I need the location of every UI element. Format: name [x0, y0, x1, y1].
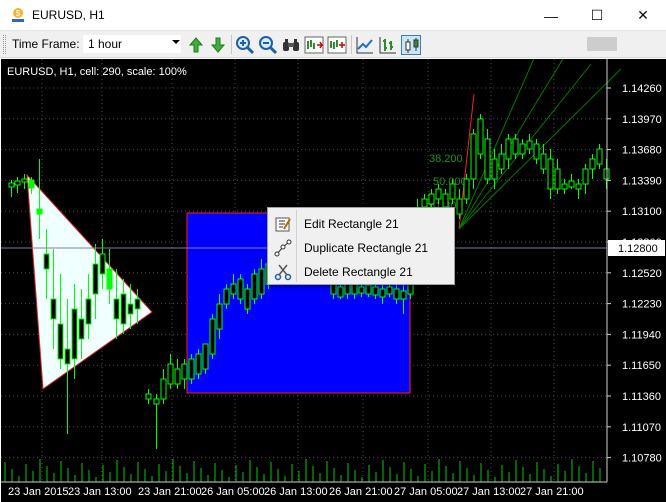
minimize-icon: — [544, 7, 558, 24]
arrow-down-button[interactable] [208, 35, 228, 55]
line-chart-button[interactable] [355, 35, 375, 55]
candle [195, 349, 202, 379]
duplicate-icon [274, 239, 292, 257]
maximize-icon: ☐ [590, 7, 604, 23]
bar-chart-button[interactable] [378, 35, 398, 55]
time-tick-label: 23 Jan 13:00 [68, 486, 132, 498]
price-tick-label: 1.13970 [622, 114, 662, 126]
price-tick-label: 1.11360 [622, 391, 661, 403]
svg-text:$: $ [16, 9, 21, 18]
candlestick-button[interactable] [401, 35, 421, 55]
price-tick-label: 1.11070 [622, 422, 661, 434]
time-tick-label: 27 Jan 05:00 [394, 486, 458, 498]
toolbar-separator [231, 35, 232, 54]
timeframe-label: Time Frame: [12, 37, 80, 51]
price-tick-label: 1.12230 [622, 299, 662, 311]
chart-toolbar: Time Frame: 1 hour ◂ ▸ [0, 31, 666, 79]
time-tick-label: 27 Jan 21:00 [520, 486, 584, 498]
time-tick-label: 23 Jan 21:00 [138, 486, 202, 498]
autoscroll-icon [327, 36, 347, 54]
line-chart-icon [356, 37, 373, 54]
time-tick-label: 27 Jan 13:00 [457, 486, 521, 498]
price-tick-label: 1.11650 [622, 360, 661, 372]
candle [188, 354, 195, 384]
time-tick-label: 26 Jan 21:00 [329, 486, 393, 498]
context-menu: Edit Rectangle 21 Duplicate Rectangle 21… [267, 207, 455, 285]
binoculars-icon [283, 39, 299, 51]
menu-item-label: Edit Rectangle 21 [304, 217, 399, 231]
toolbar-separator [351, 35, 352, 54]
candle [244, 284, 251, 314]
close-icon: ✕ [637, 7, 649, 23]
candle [463, 174, 470, 204]
binoculars-button[interactable] [281, 35, 301, 55]
time-tick-label: 26 Jan 05:00 [201, 486, 265, 498]
toolbar-scroll-thumb[interactable] [587, 37, 617, 51]
price-tick-label: 1.13100 [622, 206, 662, 218]
timeframe-select[interactable]: 1 hour [82, 34, 182, 54]
price-tick-label: 1.13390 [622, 175, 662, 187]
maximize-button[interactable]: ☐ [574, 0, 620, 31]
delete-scissors-icon [274, 263, 292, 281]
price-tick-label: 1.10780 [622, 453, 662, 465]
zoom-out-icon [259, 36, 278, 55]
fib-label-382: 38.200 [429, 153, 463, 165]
price-tick-label: 1.12520 [622, 268, 662, 280]
chevron-down-icon[interactable] [172, 40, 180, 44]
window-titlebar: $ EURUSD, H1 — ☐ ✕ [0, 0, 666, 31]
candle [477, 114, 484, 159]
chart-shift-button[interactable] [304, 35, 324, 55]
bar-chart-icon [379, 37, 396, 54]
close-button[interactable]: ✕ [620, 0, 666, 31]
candle [251, 269, 258, 304]
arrow-down-icon [210, 37, 226, 53]
chart-header: EURUSD, H1, cell: 290, scale: 100% [7, 66, 187, 78]
time-tick-label: 26 Jan 13:00 [264, 486, 328, 498]
candle [202, 343, 209, 374]
current-price-label: 1.12800 [618, 243, 658, 255]
candlestick-icon [405, 38, 419, 53]
menu-item-label: Delete Rectangle 21 [304, 265, 413, 279]
zoom-in-icon [236, 36, 255, 55]
menu-item-label: Duplicate Rectangle 21 [304, 241, 429, 255]
toolbar-grip[interactable] [3, 35, 6, 54]
arrow-up-icon [188, 37, 204, 53]
price-tick-label: 1.11940 [622, 329, 661, 341]
edit-properties-icon [274, 215, 292, 233]
arrow-up-button[interactable] [186, 35, 206, 55]
candle [237, 274, 244, 304]
autoscroll-button[interactable] [327, 35, 347, 55]
time-axis: 23 Jan 2015 23 Jan 13:00 23 Jan 21:00 26 Ja… [8, 486, 584, 498]
price-tick-label: 1.14260 [622, 83, 662, 95]
zoom-out-button[interactable] [258, 35, 278, 55]
time-tick-label: 23 Jan 2015 [8, 486, 69, 498]
candle [209, 314, 216, 359]
metatrader-icon: $ [10, 7, 26, 23]
chart-shift-icon [304, 36, 324, 54]
menu-item-delete-rectangle[interactable]: Delete Rectangle 21 [270, 260, 452, 284]
price-tick-label: 1.13680 [622, 145, 662, 157]
menu-item-edit-rectangle[interactable]: Edit Rectangle 21 [270, 212, 452, 236]
window-title: EURUSD, H1 [32, 8, 105, 22]
menu-item-duplicate-rectangle[interactable]: Duplicate Rectangle 21 [270, 236, 452, 260]
zoom-in-button[interactable] [235, 35, 255, 55]
minimize-button[interactable]: — [528, 0, 574, 31]
